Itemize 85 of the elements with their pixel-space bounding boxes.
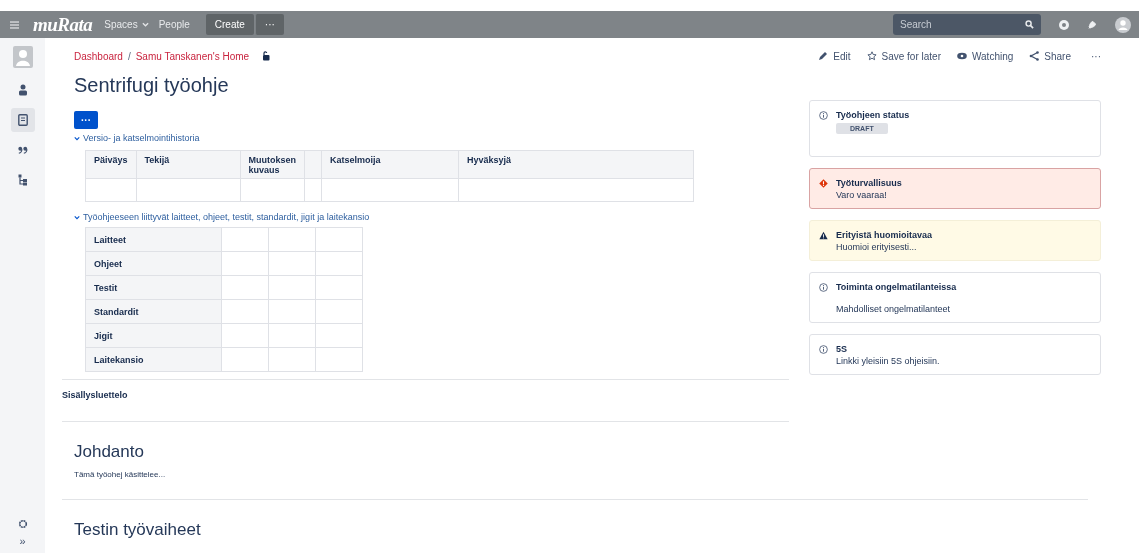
warning-icon xyxy=(819,231,828,240)
table-cell xyxy=(268,227,316,252)
row-header: Laitekansio xyxy=(85,347,222,372)
unlocked-icon[interactable] xyxy=(262,51,271,61)
action-link[interactable]: Watching xyxy=(957,50,1014,62)
info-icon xyxy=(819,111,828,120)
table-cell xyxy=(221,275,269,300)
panel-title: Erityistä huomioitavaa xyxy=(836,230,933,240)
table-cell xyxy=(221,251,269,276)
pencil-icon xyxy=(818,51,829,61)
section-heading: Testin työvaiheet xyxy=(74,520,202,540)
expand-link[interactable]: Työohjeeseen liittyvät laitteet, ohjeet, testit, standardit, jigit ja laitekansio xyxy=(74,212,370,222)
table-cell xyxy=(240,178,305,202)
quote-icon xyxy=(17,144,28,156)
panel-title: Työohjeen status xyxy=(836,110,910,120)
panel-title: 5S xyxy=(836,344,848,354)
panel-text: Varo vaaraa! xyxy=(836,190,888,200)
table-cell xyxy=(221,227,269,252)
table-cell xyxy=(221,299,269,324)
column-header: Muutoksen kuvaus xyxy=(240,150,305,179)
row-header: Testit xyxy=(85,275,222,300)
row-header: Jigit xyxy=(85,323,222,348)
settings-icon[interactable] xyxy=(17,519,28,529)
row-header: Ohjeet xyxy=(85,251,222,276)
panel-text: Linkki yleisiin 5S ohjeisiin. xyxy=(836,356,940,366)
more-button[interactable]: ··· xyxy=(254,14,284,35)
column-header: Hyväksyjä xyxy=(458,150,694,179)
panel-text: Mahdolliset ongelmatilanteet xyxy=(836,304,952,314)
table-cell xyxy=(315,347,363,372)
action-link[interactable]: Edit xyxy=(818,50,851,62)
person-icon xyxy=(17,84,28,96)
table-cell xyxy=(221,347,269,372)
sidebar-item[interactable] xyxy=(10,108,35,132)
panel-title: Toiminta ongelmatilanteissa xyxy=(836,282,957,292)
table-cell xyxy=(315,299,363,324)
table-cell xyxy=(315,323,363,348)
table-cell xyxy=(221,323,269,348)
create-button[interactable]: Create xyxy=(205,14,254,35)
table-cell xyxy=(268,323,316,348)
action-link[interactable]: ··· xyxy=(1087,50,1101,62)
error-icon xyxy=(819,179,828,188)
search-field[interactable]: Search xyxy=(893,14,1041,35)
table-cell xyxy=(85,178,137,202)
table-cell xyxy=(268,299,316,324)
panel-title: Työturvallisuus xyxy=(836,178,902,188)
search-icon xyxy=(1025,20,1034,29)
help-icon[interactable] xyxy=(1059,19,1069,30)
page-icon xyxy=(17,114,28,126)
row-header: Laitteet xyxy=(85,227,222,252)
eye-icon xyxy=(957,51,967,61)
info-icon xyxy=(819,283,828,292)
column-header: Katselmoija xyxy=(321,150,459,179)
logo[interactable]: muRata xyxy=(33,13,93,36)
macro-button[interactable]: ··· xyxy=(74,111,98,129)
chevron-icon xyxy=(74,135,80,141)
caret-icon xyxy=(141,22,149,27)
bell-icon[interactable] xyxy=(1087,19,1097,30)
table-cell xyxy=(268,347,316,372)
avatar-icon[interactable] xyxy=(1115,16,1131,33)
expand-button[interactable]: » xyxy=(19,535,26,547)
table-cell xyxy=(268,251,316,276)
table-cell xyxy=(315,227,363,252)
breadcrumb-separator: / xyxy=(127,50,131,62)
chevron-icon xyxy=(74,214,80,220)
page-title: Sentrifugi työohje xyxy=(74,73,230,98)
action-link[interactable]: Save for later xyxy=(866,50,941,62)
star-icon xyxy=(866,51,877,61)
action-link[interactable]: Share xyxy=(1029,50,1071,62)
panel-text: Huomioi erityisesti... xyxy=(836,242,918,252)
share-icon xyxy=(1029,51,1040,61)
table-cell xyxy=(268,275,316,300)
column-header: Tekijä xyxy=(136,150,241,179)
toc-heading: Sisällysluettelo xyxy=(62,390,129,400)
table-cell xyxy=(315,251,363,276)
table-cell xyxy=(304,178,322,202)
expand-link[interactable]: Versio- ja katselmointihistoria xyxy=(74,133,200,143)
table-cell xyxy=(315,275,363,300)
row-header: Standardit xyxy=(85,299,222,324)
section-text: Tämä työohej käsittelee... xyxy=(74,470,167,479)
column-header: Päiväys xyxy=(85,150,137,179)
breadcrumb-link[interactable]: Samu Tanskanen's Home xyxy=(135,50,250,62)
section-heading: Johdanto xyxy=(74,442,145,462)
tree-icon xyxy=(17,174,28,186)
info-icon xyxy=(819,345,828,354)
breadcrumb-link[interactable]: Dashboard xyxy=(74,50,123,62)
